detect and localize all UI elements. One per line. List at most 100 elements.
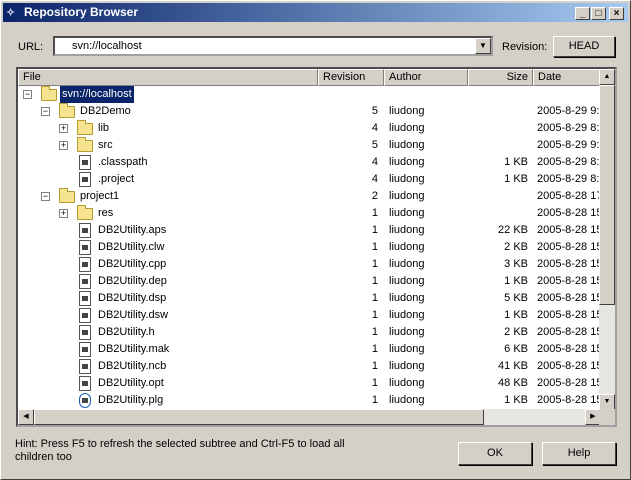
table-row[interactable]: − DB2Demo 5 liudong 2005-8-29 9: [18, 103, 601, 120]
minimize-button[interactable]: _ [575, 7, 590, 20]
row-revision: 5 [371, 105, 378, 117]
column-header-size[interactable]: Size [468, 69, 533, 86]
horizontal-scroll-thumb[interactable] [34, 409, 484, 425]
table-row[interactable]: DB2Utility.h 1 liudong 2 KB 2005-8-28 15 [18, 324, 601, 341]
scroll-left-icon[interactable]: ◀ [18, 409, 34, 425]
row-date: 2005-8-28 15 [537, 309, 601, 321]
row-author: liudong [389, 292, 425, 304]
row-revision: 5 [371, 139, 378, 151]
tortoise-app-icon: ✧ [6, 7, 16, 19]
row-size [472, 86, 528, 103]
collapse-icon[interactable]: − [41, 192, 50, 201]
row-name: DB2Utility.dsp [98, 292, 167, 304]
expand-icon[interactable]: + [59, 209, 68, 218]
column-header-author[interactable]: Author [384, 69, 468, 86]
table-row[interactable]: DB2Utility.opt 1 liudong 48 KB 2005-8-28 15 [18, 375, 601, 392]
collapse-icon[interactable]: − [23, 90, 32, 99]
chevron-down-icon[interactable]: ▼ [475, 38, 491, 54]
row-author: liudong [389, 105, 425, 117]
table-row[interactable]: DB2Utility.ncb 1 liudong 41 KB 2005-8-28 15 [18, 358, 601, 375]
collapse-icon[interactable]: − [41, 107, 50, 116]
row-author [389, 86, 467, 103]
expand-icon[interactable]: + [59, 141, 68, 150]
column-header-date[interactable]: Date [533, 69, 601, 86]
row-name: DB2Utility.plg [98, 394, 164, 406]
revision-label: Revision: [502, 41, 548, 53]
row-revision: 1 [371, 241, 378, 253]
head-button[interactable]: HEAD [553, 36, 615, 57]
table-row[interactable]: DB2Utility.dsw 1 liudong 1 KB 2005-8-28 15 [18, 307, 601, 324]
row-revision: 4 [371, 156, 378, 168]
table-row[interactable]: .project 4 liudong 1 KB 2005-8-29 8: [18, 171, 601, 188]
row-name: DB2Utility.mak [98, 343, 170, 355]
table-row[interactable]: DB2Utility.mak 1 liudong 6 KB 2005-8-28 15 [18, 341, 601, 358]
table-row[interactable]: + lib 4 liudong 2005-8-29 8: [18, 120, 601, 137]
table-row[interactable]: DB2Utility.aps 1 liudong 22 KB 2005-8-28 15 [18, 222, 601, 239]
scroll-corner [599, 409, 615, 425]
row-revision: 1 [371, 292, 378, 304]
row-size: 1 KB [504, 156, 528, 168]
column-header-revision[interactable]: Revision [318, 69, 384, 86]
row-revision: 4 [371, 173, 378, 185]
table-row[interactable]: − project1 2 liudong 2005-8-28 17 [18, 188, 601, 205]
table-row[interactable]: DB2Utility.cpp 1 liudong 3 KB 2005-8-28 15 [18, 256, 601, 273]
row-name: DB2Utility.h [98, 326, 155, 338]
column-header-file[interactable]: File [18, 69, 318, 86]
row-name: DB2Utility.dsw [98, 309, 169, 321]
row-date: 2005-8-28 17 [537, 190, 601, 202]
row-size: 1 KB [504, 275, 528, 287]
table-row[interactable]: + res 1 liudong 2005-8-28 15 [18, 205, 601, 222]
row-size: 1 KB [504, 173, 528, 185]
ok-button[interactable]: OK [458, 442, 532, 465]
row-revision: 1 [371, 360, 378, 372]
expand-icon[interactable]: + [59, 124, 68, 133]
row-name: DB2Utility.clw [98, 241, 165, 253]
table-row[interactable]: DB2Utility.dep 1 liudong 1 KB 2005-8-28 15 [18, 273, 601, 290]
row-size: 22 KB [498, 224, 528, 236]
row-author: liudong [389, 241, 425, 253]
repository-list[interactable]: File Revision Author Size Date − svn://lo… [16, 67, 617, 427]
row-author: liudong [389, 309, 425, 321]
row-revision: 1 [371, 326, 378, 338]
row-date: 2005-8-28 15 [537, 377, 601, 389]
vertical-scroll-thumb[interactable] [599, 85, 615, 305]
close-button[interactable]: × [609, 7, 624, 20]
table-row[interactable]: DB2Utility.dsp 1 liudong 5 KB 2005-8-28 15 [18, 290, 601, 307]
table-row[interactable]: − svn://localhost [18, 86, 601, 103]
row-name: DB2Utility.aps [98, 224, 167, 236]
table-row[interactable]: DB2Utility.plg 1 liudong 1 KB 2005-8-28 15 [18, 392, 601, 409]
file-icon [79, 240, 91, 255]
row-date: 2005-8-28 15 [537, 394, 601, 406]
folder-icon [59, 188, 75, 203]
row-date: 2005-8-28 15 [537, 224, 601, 236]
row-date: 2005-8-28 15 [537, 292, 601, 304]
list-rows: − svn://localhost − DB2Demo 5 liudong 2005-8-2… [18, 86, 601, 410]
url-combobox[interactable]: svn://localhost ▼ [53, 36, 493, 56]
row-date: 2005-8-29 8: [537, 156, 600, 168]
table-row[interactable]: DB2Utility.clw 1 liudong 2 KB 2005-8-28 15 [18, 239, 601, 256]
file-icon [79, 359, 91, 374]
table-row[interactable]: + src 5 liudong 2005-8-29 9: [18, 137, 601, 154]
horizontal-scrollbar[interactable]: ◀ ▶ [18, 409, 601, 425]
row-date: 2005-8-29 8: [537, 122, 600, 134]
file-icon [79, 172, 91, 187]
row-author: liudong [389, 156, 425, 168]
table-row[interactable]: .classpath 4 liudong 1 KB 2005-8-29 8: [18, 154, 601, 171]
row-name: res [98, 207, 114, 219]
row-name: DB2Demo [80, 105, 131, 117]
scroll-down-icon[interactable]: ▼ [599, 394, 615, 410]
file-icon [79, 223, 91, 238]
row-revision: 1 [371, 207, 378, 219]
row-name: src [98, 139, 113, 151]
help-button[interactable]: Help [542, 442, 616, 465]
row-size [472, 137, 528, 154]
file-icon [79, 376, 91, 391]
row-date: 2005-8-28 15 [537, 326, 601, 338]
row-date: 2005-8-28 15 [537, 360, 601, 372]
vertical-scrollbar[interactable]: ▲ ▼ [599, 69, 615, 410]
row-author: liudong [389, 343, 425, 355]
maximize-button[interactable]: □ [591, 7, 606, 20]
row-revision [370, 86, 378, 103]
scroll-up-icon[interactable]: ▲ [599, 69, 615, 85]
title-bar[interactable]: ✧ Repository Browser _ □ × [3, 3, 628, 22]
